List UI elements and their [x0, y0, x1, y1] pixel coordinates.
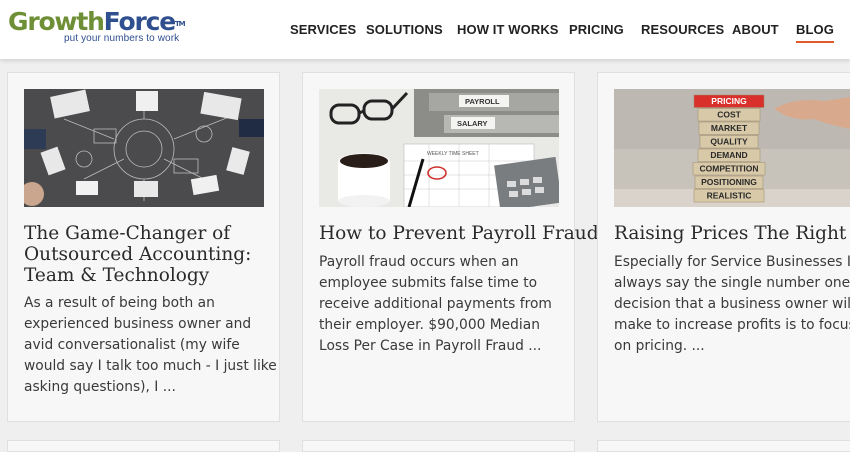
excerpt-line: employee submits false time to — [319, 275, 538, 291]
pricing-block-label: PRICING — [711, 96, 747, 106]
blog-card-outsourced-accounting[interactable]: The Game-Changer of Outsourced Accountin… — [7, 72, 280, 422]
post-excerpt: Payroll fraud occurs when an employee su… — [319, 252, 564, 357]
excerpt-line: always say the single number one — [614, 275, 850, 291]
post-excerpt: Especially for Service Businesses I alwa… — [614, 252, 850, 357]
excerpt-line: make to increase profits is to focus — [614, 317, 850, 333]
post-title[interactable]: Raising Prices The Right Way — [614, 223, 850, 244]
nav-about[interactable]: ABOUT — [732, 22, 779, 37]
blog-card-raising-prices[interactable]: PRICING COST MARKET QUALITY DEMAND COMPETITIO… — [597, 72, 850, 422]
post-title-line: Team & Technology — [24, 265, 210, 286]
post-title[interactable]: How to Prevent Payroll Fraud — [319, 223, 599, 244]
blog-card-next-row — [7, 440, 280, 452]
excerpt-line: experienced business owner and — [24, 316, 252, 332]
pricing-block-label: DEMAND — [710, 150, 747, 160]
post-title[interactable]: The Game-Changer of Outsourced Accountin… — [24, 223, 269, 286]
payroll-image: WEEKLY TIME SHEET PAYROLL SALARY — [319, 89, 559, 207]
blog-card-next-row — [302, 440, 575, 452]
blog-card-next-row — [597, 440, 850, 452]
payroll-folder-label: PAYROLL — [465, 97, 500, 106]
nav-services[interactable]: SERVICES — [290, 22, 356, 37]
timesheet-label: WEEKLY TIME SHEET — [427, 151, 479, 157]
nav-blog[interactable]: BLOG — [796, 22, 834, 43]
site-header: GrowthForceTM put your numbers to work S… — [0, 0, 850, 59]
excerpt-line: would say I talk too much - I just like — [24, 358, 277, 374]
nav-how-it-works[interactable]: HOW IT WORKS — [457, 22, 559, 37]
nav-resources[interactable]: RESOURCES — [641, 22, 724, 37]
nav-pricing[interactable]: PRICING — [569, 22, 624, 37]
excerpt-line: their employer. $90,000 Median — [319, 317, 540, 333]
post-title-line: How to Prevent Payroll Fraud — [319, 223, 599, 244]
post-excerpt: As a result of being both an experienced… — [24, 293, 277, 398]
main-nav: SERVICES SOLUTIONS HOW IT WORKS PRICING … — [0, 22, 850, 43]
card-image-payroll[interactable]: WEEKLY TIME SHEET PAYROLL SALARY — [319, 89, 559, 207]
card-image-team-technology[interactable] — [24, 89, 264, 207]
excerpt-line: asking questions), I ... — [24, 379, 176, 395]
nav-solutions[interactable]: SOLUTIONS — [366, 22, 443, 37]
pricing-block-label: REALISTIC — [707, 191, 752, 201]
excerpt-line: Especially for Service Businesses I — [614, 254, 850, 270]
blog-card-payroll-fraud[interactable]: WEEKLY TIME SHEET PAYROLL SALARY How to … — [302, 72, 599, 422]
card-image-pricing-blocks[interactable]: PRICING COST MARKET QUALITY DEMAND COMPETITIO… — [614, 89, 850, 207]
pricing-block-label: QUALITY — [710, 137, 748, 147]
team-technology-image — [24, 89, 264, 207]
excerpt-line: avid conversationalist (my wife — [24, 337, 240, 353]
excerpt-line: decision that a business owner will — [614, 296, 850, 312]
salary-folder-label: SALARY — [457, 119, 488, 128]
excerpt-line: receive additional payments from — [319, 296, 552, 312]
excerpt-line: on pricing. ... — [614, 338, 705, 354]
nav-blog-label: BLOG — [796, 22, 834, 37]
post-title-line: Outsourced Accounting: — [24, 244, 252, 265]
pricing-blocks-image: PRICING COST MARKET QUALITY DEMAND COMPETITIO… — [614, 89, 850, 207]
post-title-line: Raising Prices The Right Way — [614, 223, 850, 244]
pricing-block-label: COMPETITION — [699, 164, 758, 174]
post-title-line: The Game-Changer of — [24, 223, 231, 244]
excerpt-line: Payroll fraud occurs when an — [319, 254, 519, 270]
excerpt-line: As a result of being both an — [24, 295, 215, 311]
pricing-block-label: POSITIONING — [701, 177, 757, 187]
excerpt-line: Loss Per Case in Payroll Fraud ... — [319, 338, 542, 354]
pricing-block-label: MARKET — [711, 123, 748, 133]
pricing-block-label: COST — [717, 110, 741, 120]
active-nav-underline — [796, 41, 834, 43]
